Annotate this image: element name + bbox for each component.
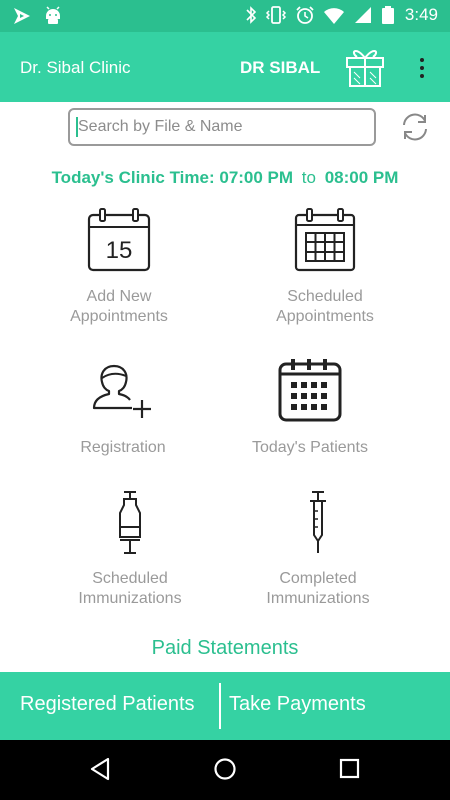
clinic-time-label: Today's Clinic Time: — [51, 168, 215, 187]
tile-label-line1: Scheduled — [92, 570, 168, 587]
tile-label-line2: Appointments — [70, 308, 168, 325]
registered-patients-button[interactable]: Registered Patients — [20, 693, 195, 716]
gift-icon[interactable] — [344, 44, 386, 88]
bluetooth-icon — [246, 6, 257, 24]
syringe-filled-icon — [310, 491, 326, 553]
recents-icon[interactable] — [338, 756, 362, 782]
bottom-action-bar: Registered Patients Take Payments — [0, 672, 450, 740]
tile-scheduled-immunizations[interactable]: Scheduled Immunizations — [40, 489, 220, 609]
tile-scheduled-appointments[interactable]: Scheduled Appointments — [235, 207, 415, 327]
status-clock: 3:49 — [404, 5, 438, 24]
clinic-time-separator: to — [301, 168, 316, 187]
tile-label-line1: Today's Patients — [251, 439, 368, 456]
tile-label-line1: Add New — [86, 288, 152, 305]
alarm-icon — [296, 6, 314, 24]
tile-completed-immunizations[interactable]: Completed Immunizations — [228, 489, 408, 609]
home-icon[interactable] — [213, 756, 237, 782]
vibrate-icon — [265, 6, 286, 24]
calendar-15-icon: 15 — [87, 208, 151, 272]
tile-label-line1: Scheduled — [287, 288, 363, 305]
tile-todays-patients[interactable]: Today's Patients — [220, 358, 400, 458]
tile-label-line1: Completed — [279, 570, 357, 587]
wifi-icon — [323, 8, 344, 24]
search-input[interactable] — [70, 110, 374, 144]
calendar-dots-icon — [278, 359, 342, 422]
tile-label-line2: Appointments — [276, 308, 374, 325]
clinic-time: Today's Clinic Time: 07:00 PM to 08:00 P… — [0, 168, 450, 188]
status-bar: 3:49 — [0, 0, 450, 32]
svg-text:15: 15 — [106, 237, 133, 264]
paid-statements-link[interactable]: Paid Statements — [0, 637, 450, 660]
bottom-bar-divider — [219, 683, 221, 729]
system-nav-bar — [0, 740, 450, 800]
refresh-icon[interactable] — [398, 110, 432, 144]
clinic-time-end: 08:00 PM — [324, 168, 399, 187]
back-icon[interactable] — [88, 756, 112, 782]
text-cursor — [76, 117, 78, 137]
tile-registration[interactable]: Registration — [33, 360, 213, 458]
search-field[interactable] — [68, 108, 376, 146]
app-bar: Dr. Sibal Clinic DR SIBAL — [0, 32, 450, 102]
doctor-name: DR SIBAL — [240, 58, 321, 77]
clinic-time-start: 07:00 PM — [219, 168, 294, 187]
syringe-icon — [119, 491, 141, 554]
tile-add-new-appointments[interactable]: 15 Add New Appointments — [29, 207, 209, 327]
calendar-grid-icon — [294, 208, 356, 272]
add-user-icon — [92, 364, 151, 418]
overflow-menu-icon[interactable] — [412, 54, 432, 84]
take-payments-button[interactable]: Take Payments — [229, 693, 366, 716]
tile-label-line2: Immunizations — [78, 590, 182, 607]
tile-label-line2: Immunizations — [266, 590, 370, 607]
signal-icon — [354, 7, 371, 23]
tile-label-line1: Registration — [80, 439, 166, 456]
battery-icon — [381, 6, 394, 24]
app-title: Dr. Sibal Clinic — [20, 58, 131, 77]
android-icon — [46, 6, 60, 24]
notification-flag-icon — [14, 8, 30, 24]
